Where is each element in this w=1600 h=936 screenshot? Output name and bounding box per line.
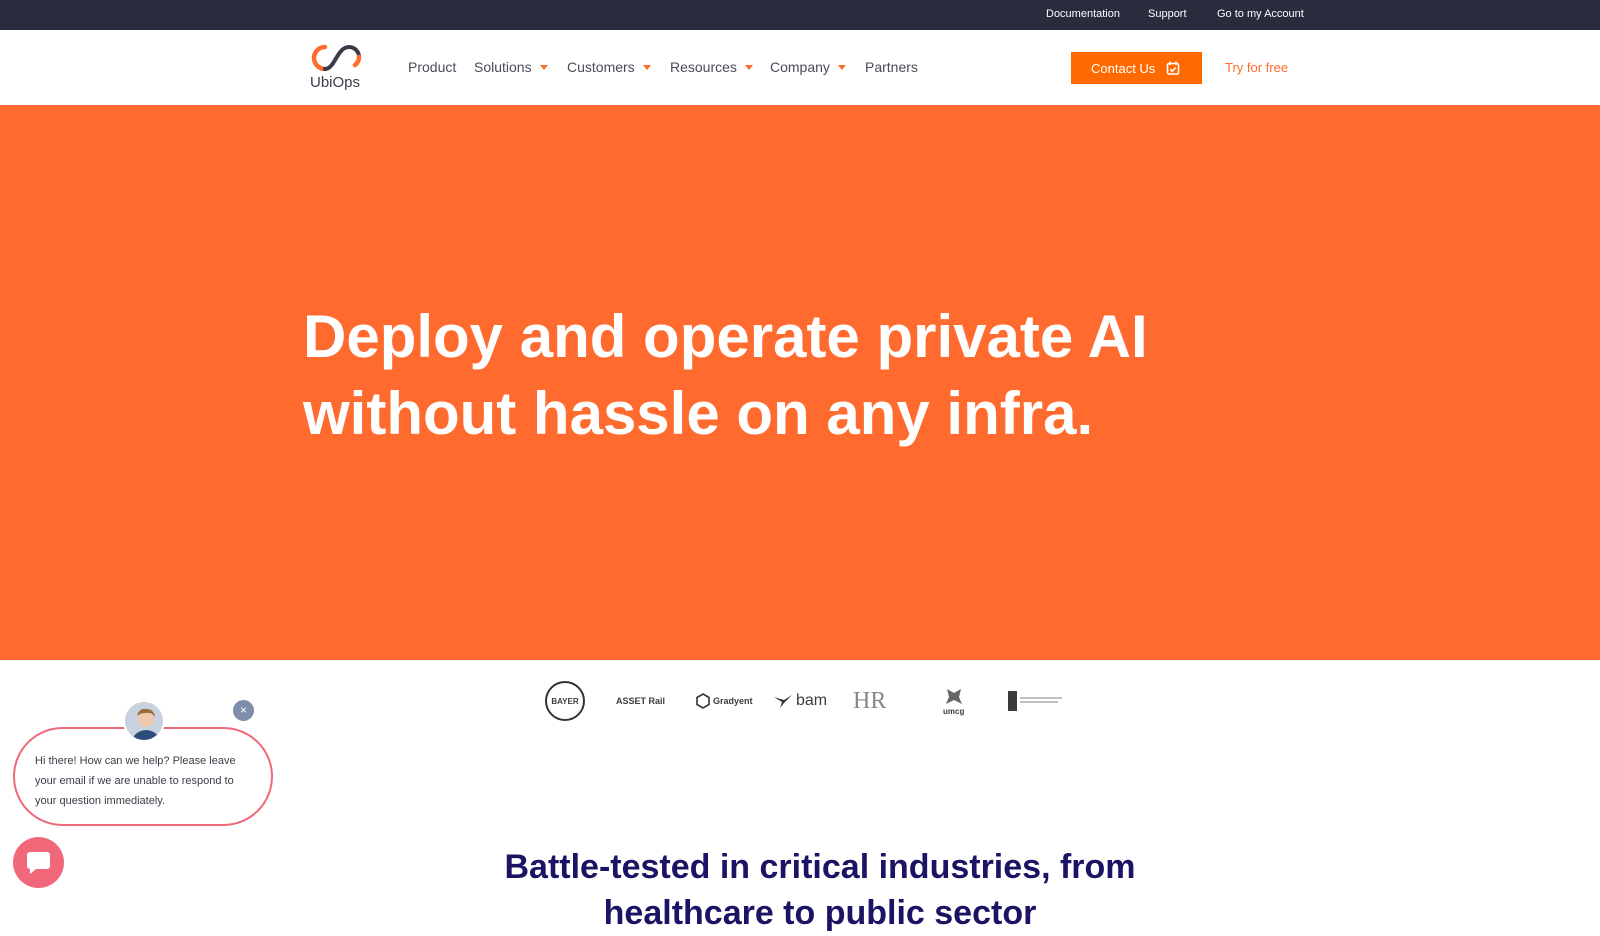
utility-bar: Documentation Support Go to my Account <box>0 0 1600 30</box>
nav-solutions[interactable]: Solutions <box>474 59 548 75</box>
bayer-logo: BAYER <box>545 680 585 722</box>
hr-logo: HR <box>853 680 886 722</box>
nav-product[interactable]: Product <box>408 59 456 75</box>
nav-customers-label: Customers <box>567 59 635 75</box>
bam-bird-icon <box>774 695 792 708</box>
chat-close-button[interactable]: × <box>233 700 254 721</box>
nav-partners[interactable]: Partners <box>865 59 918 75</box>
umcg-logo-text: umcg <box>943 706 965 716</box>
main-nav: UbiOps Product Solutions Customers Resou… <box>0 30 1600 105</box>
calendar-check-icon <box>1166 61 1180 75</box>
bam-logo-text: bam <box>796 692 828 709</box>
bam-logo: bam <box>773 680 827 722</box>
documentation-link[interactable]: Documentation <box>1046 8 1120 20</box>
umcg-logo: umcg <box>943 680 964 722</box>
nav-solutions-label: Solutions <box>474 59 532 75</box>
nav-company-label: Company <box>770 59 830 75</box>
government-crest-icon <box>1008 691 1062 711</box>
nav-product-label: Product <box>408 59 457 75</box>
hero-title-line-2: without hassle on any infra. <box>303 380 1094 447</box>
support-agent-avatar <box>123 700 165 742</box>
government-logo <box>1006 680 1064 722</box>
bayer-logo-text: BAYER <box>551 696 579 706</box>
account-link[interactable]: Go to my Account <box>1217 8 1304 20</box>
nav-customers[interactable]: Customers <box>567 59 651 75</box>
asset-rail-logo: ASSET Rail <box>616 680 665 722</box>
contact-us-button[interactable]: Contact Us <box>1071 52 1202 84</box>
chat-message-text: Hi there! How can we help? Please leave … <box>35 755 236 807</box>
gradyent-logo-text: Gradyent <box>713 696 753 706</box>
hr-logo-text: HR <box>853 687 887 714</box>
section-title: Battle-tested in critical industries, fr… <box>380 844 1260 936</box>
gradyent-logo: Gradyent <box>695 680 753 722</box>
asset-rail-logo-text: ASSET Rail <box>616 696 666 706</box>
chevron-down-icon <box>837 65 846 70</box>
hero-title: Deploy and operate private AI without ha… <box>303 298 1203 452</box>
chat-icon <box>27 852 50 874</box>
contact-us-label: Contact Us <box>1091 60 1156 76</box>
nav-company[interactable]: Company <box>770 59 846 75</box>
section-title-line-1: Battle-tested in critical industries, fr… <box>504 848 1136 886</box>
hero-section: Deploy and operate private AI without ha… <box>0 105 1600 660</box>
nav-resources-label: Resources <box>670 59 737 75</box>
chevron-down-icon <box>642 65 651 70</box>
chevron-down-icon <box>539 65 548 70</box>
umcg-emblem-icon <box>945 688 962 704</box>
nav-partners-label: Partners <box>865 59 918 75</box>
ubiops-logo-icon <box>311 44 362 72</box>
nav-resources[interactable]: Resources <box>670 59 753 75</box>
chevron-down-icon <box>744 65 753 70</box>
chat-launcher-button[interactable] <box>13 837 64 888</box>
logo-wordmark: UbiOps <box>310 74 361 91</box>
try-for-free-link[interactable]: Try for free <box>1225 60 1288 75</box>
ubiops-logo[interactable]: UbiOps <box>308 41 372 93</box>
support-link[interactable]: Support <box>1148 8 1187 20</box>
hero-title-line-1: Deploy and operate private AI <box>303 303 1148 370</box>
gradyent-icon <box>696 693 710 709</box>
